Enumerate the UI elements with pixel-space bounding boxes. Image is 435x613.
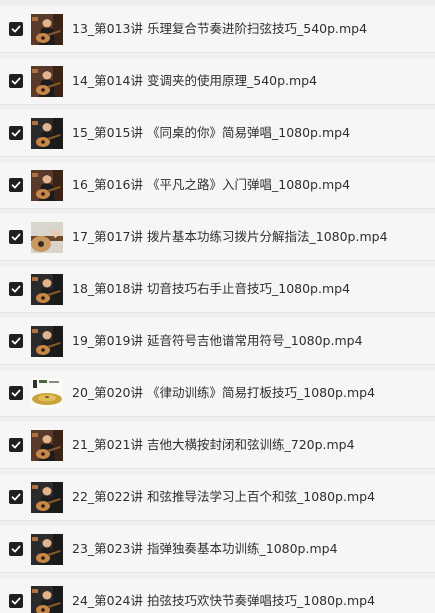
file-row[interactable]: 17_第017讲 拨片基本功练习拨片分解指法_1080p.mp4: [0, 214, 435, 261]
file-checkbox[interactable]: [9, 438, 23, 452]
video-thumbnail: [31, 482, 63, 513]
file-row[interactable]: 22_第022讲 和弦推导法学习上百个和弦_1080p.mp4: [0, 474, 435, 521]
file-row[interactable]: 20_第020讲 《律动训练》简易打板技巧_1080p.mp4: [0, 370, 435, 417]
video-thumbnail: [31, 378, 63, 409]
video-thumbnail: [31, 586, 63, 613]
file-row[interactable]: 24_第024讲 拍弦技巧欢快节奏弹唱技巧_1080p.mp4: [0, 578, 435, 613]
video-thumbnail: [31, 222, 63, 253]
file-name: 24_第024讲 拍弦技巧欢快节奏弹唱技巧_1080p.mp4: [72, 593, 376, 608]
file-checkbox[interactable]: [9, 542, 23, 556]
file-name: 15_第015讲 《同桌的你》简易弹唱_1080p.mp4: [72, 125, 351, 140]
file-row[interactable]: 13_第013讲 乐理复合节奏进阶扫弦技巧_540p.mp4: [0, 6, 435, 53]
file-checkbox[interactable]: [9, 74, 23, 88]
video-thumbnail: [31, 430, 63, 461]
file-checkbox[interactable]: [9, 22, 23, 36]
file-checkbox[interactable]: [9, 178, 23, 192]
video-thumbnail: [31, 170, 63, 201]
video-thumbnail: [31, 14, 63, 45]
file-row[interactable]: 21_第021讲 吉他大横按封闭和弦训练_720p.mp4: [0, 422, 435, 469]
file-name: 14_第014讲 变调夹的使用原理_540p.mp4: [72, 73, 318, 88]
video-file-list: 13_第013讲 乐理复合节奏进阶扫弦技巧_540p.mp4 14_第014讲 变…: [0, 0, 435, 613]
video-thumbnail: [31, 534, 63, 565]
file-checkbox[interactable]: [9, 490, 23, 504]
file-row[interactable]: 16_第016讲 《平凡之路》入门弹唱_1080p.mp4: [0, 162, 435, 209]
file-name: 18_第018讲 切音技巧右手止音技巧_1080p.mp4: [72, 281, 351, 296]
file-name: 21_第021讲 吉他大横按封闭和弦训练_720p.mp4: [72, 437, 355, 452]
file-name: 13_第013讲 乐理复合节奏进阶扫弦技巧_540p.mp4: [72, 21, 368, 36]
file-row[interactable]: 18_第018讲 切音技巧右手止音技巧_1080p.mp4: [0, 266, 435, 313]
file-checkbox[interactable]: [9, 126, 23, 140]
file-name: 19_第019讲 延音符号吉他谱常用符号_1080p.mp4: [72, 333, 363, 348]
video-thumbnail: [31, 326, 63, 357]
video-thumbnail: [31, 274, 63, 305]
video-thumbnail: [31, 118, 63, 149]
file-row[interactable]: 19_第019讲 延音符号吉他谱常用符号_1080p.mp4: [0, 318, 435, 365]
file-name: 22_第022讲 和弦推导法学习上百个和弦_1080p.mp4: [72, 489, 376, 504]
file-checkbox[interactable]: [9, 230, 23, 244]
file-name: 16_第016讲 《平凡之路》入门弹唱_1080p.mp4: [72, 177, 351, 192]
file-checkbox[interactable]: [9, 334, 23, 348]
file-row[interactable]: 23_第023讲 指弹独奏基本功训练_1080p.mp4: [0, 526, 435, 573]
file-row[interactable]: 14_第014讲 变调夹的使用原理_540p.mp4: [0, 58, 435, 105]
file-name: 17_第017讲 拨片基本功练习拨片分解指法_1080p.mp4: [72, 229, 388, 244]
file-name: 23_第023讲 指弹独奏基本功训练_1080p.mp4: [72, 541, 338, 556]
file-row[interactable]: 15_第015讲 《同桌的你》简易弹唱_1080p.mp4: [0, 110, 435, 157]
file-name: 20_第020讲 《律动训练》简易打板技巧_1080p.mp4: [72, 385, 376, 400]
file-checkbox[interactable]: [9, 594, 23, 608]
file-checkbox[interactable]: [9, 282, 23, 296]
video-thumbnail: [31, 66, 63, 97]
file-checkbox[interactable]: [9, 386, 23, 400]
